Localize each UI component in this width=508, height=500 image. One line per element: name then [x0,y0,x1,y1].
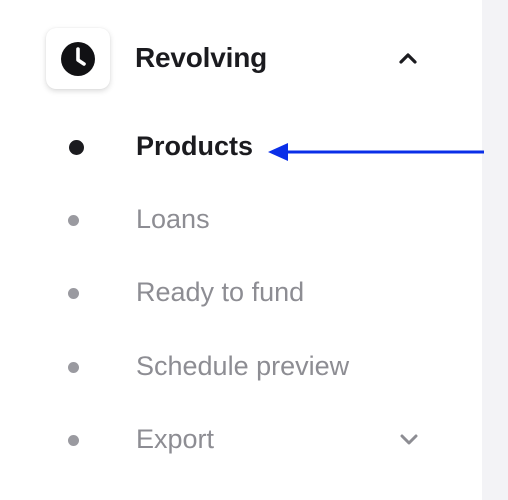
nav-item-loans[interactable]: Loans [60,199,440,243]
export-expand-chevron[interactable] [396,427,422,453]
nav-item-label: Products [136,131,254,161]
clock-icon [61,41,95,76]
sidebar: Revolving Products Loans Ready to fund S… [0,0,482,500]
section-icon-tile[interactable] [46,28,110,89]
bullet-icon [68,288,79,299]
content-panel-edge [482,0,508,500]
annotation-arrow-icon [268,143,484,161]
nav-item-schedule-preview[interactable]: Schedule preview [60,346,440,390]
nav-item-label: Loans [136,204,210,234]
section-title[interactable]: Revolving [135,40,267,76]
bullet-icon [68,215,79,226]
chevron-up-icon [399,53,417,64]
bullet-icon [68,435,79,446]
nav-item-label: Export [136,424,215,454]
bullet-icon [68,362,79,373]
nav-item-export[interactable]: Export [60,419,440,463]
chevron-down-icon [400,434,418,445]
collapse-chevron[interactable] [395,45,421,71]
nav-item-ready-to-fund[interactable]: Ready to fund [60,272,440,316]
bullet-icon [69,140,84,155]
nav-item-label: Schedule preview [136,351,350,381]
nav-item-label: Ready to fund [136,277,305,307]
